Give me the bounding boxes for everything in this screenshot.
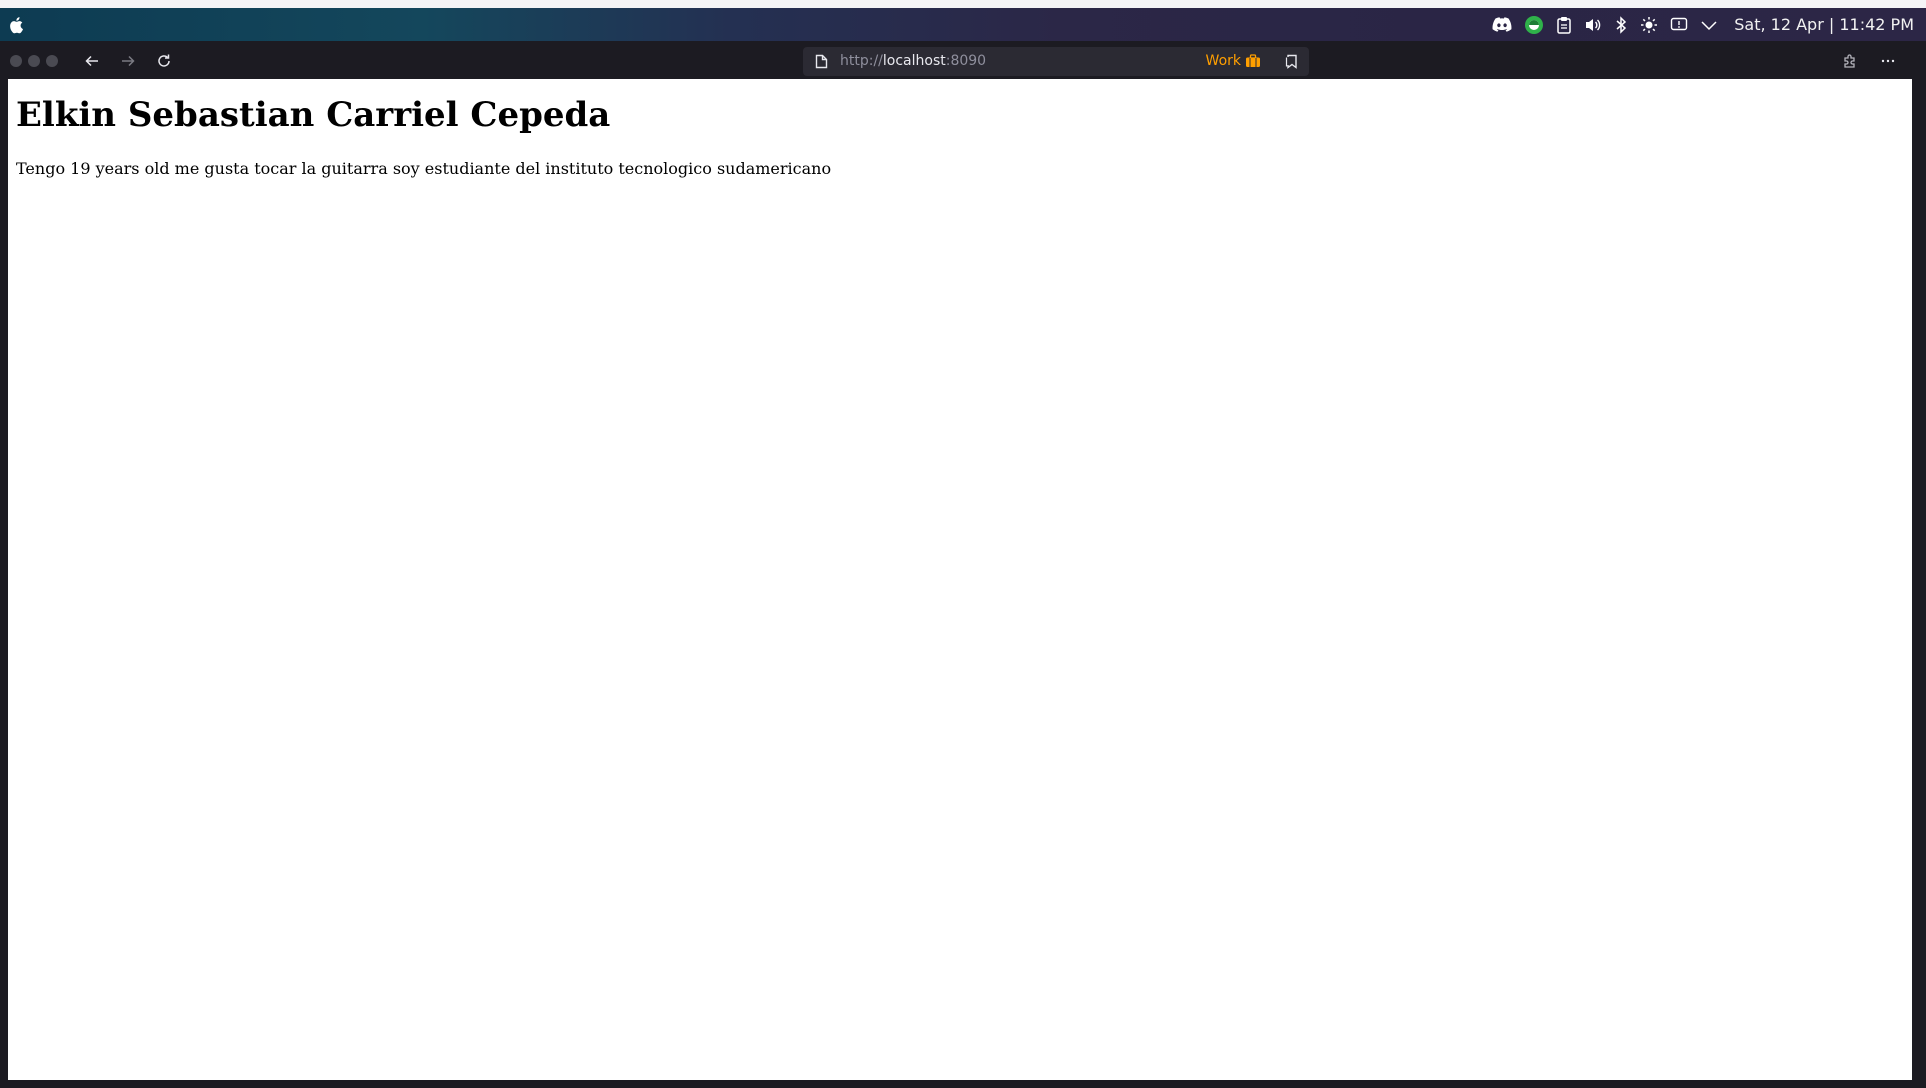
- bluetooth-icon[interactable]: [1614, 15, 1628, 34]
- page-heading: Elkin Sebastian Carriel Cepeda: [16, 95, 611, 135]
- clipboard-icon[interactable]: [1556, 16, 1572, 34]
- more-options-icon: [1881, 59, 1895, 63]
- page-paragraph: Tengo 19 years old me gusta tocar la gui…: [16, 159, 832, 178]
- briefcase-icon: [1246, 54, 1260, 67]
- close-window-button[interactable]: [10, 55, 22, 67]
- extensions-button[interactable]: [1838, 49, 1862, 73]
- bookmark-button[interactable]: [1285, 54, 1299, 73]
- arrow-right-icon: [122, 55, 135, 67]
- top-strip: [0, 0, 1926, 8]
- window-controls: [10, 55, 58, 67]
- browser-toolbar: http://localhost:8090 Work: [0, 41, 1926, 81]
- puzzle-icon: [1844, 54, 1855, 68]
- container-tab-indicator[interactable]: Work: [1206, 53, 1261, 69]
- forward-button[interactable]: [116, 49, 140, 73]
- notification-icon[interactable]: [1670, 17, 1688, 33]
- window-edge: [1920, 610, 1926, 1080]
- container-label: Work: [1205, 53, 1241, 69]
- system-clock[interactable]: Sat, 12 Apr | 11:42 PM: [1734, 15, 1914, 34]
- web-page-content: Elkin Sebastian Carriel Cepeda Tengo 19 …: [8, 79, 1912, 1080]
- brightness-icon[interactable]: [1640, 16, 1658, 34]
- green-app-icon[interactable]: [1524, 15, 1544, 35]
- reload-button[interactable]: [152, 49, 176, 73]
- apple-icon[interactable]: [9, 16, 25, 34]
- page-icon: [815, 54, 828, 73]
- chevron-down-icon[interactable]: [1700, 19, 1718, 31]
- minimize-window-button[interactable]: [28, 55, 40, 67]
- url-port: :8090: [945, 53, 987, 69]
- maximize-window-button[interactable]: [46, 55, 58, 67]
- url-bar[interactable]: http://localhost:8090 Work: [803, 47, 1309, 76]
- url-host: localhost: [882, 53, 946, 69]
- url-scheme: http://: [840, 53, 883, 69]
- system-tray: Sat, 12 Apr | 11:42 PM: [1492, 8, 1914, 41]
- reload-icon: [158, 54, 170, 67]
- volume-icon[interactable]: [1584, 17, 1602, 33]
- discord-icon[interactable]: [1492, 16, 1512, 33]
- back-button[interactable]: [80, 49, 104, 73]
- bookmark-icon: [1285, 54, 1297, 69]
- url-text[interactable]: http://localhost:8090: [840, 53, 986, 69]
- system-menu-bar: Sat, 12 Apr | 11:42 PM: [0, 8, 1926, 41]
- menu-button[interactable]: [1876, 49, 1900, 73]
- arrow-left-icon: [85, 55, 98, 67]
